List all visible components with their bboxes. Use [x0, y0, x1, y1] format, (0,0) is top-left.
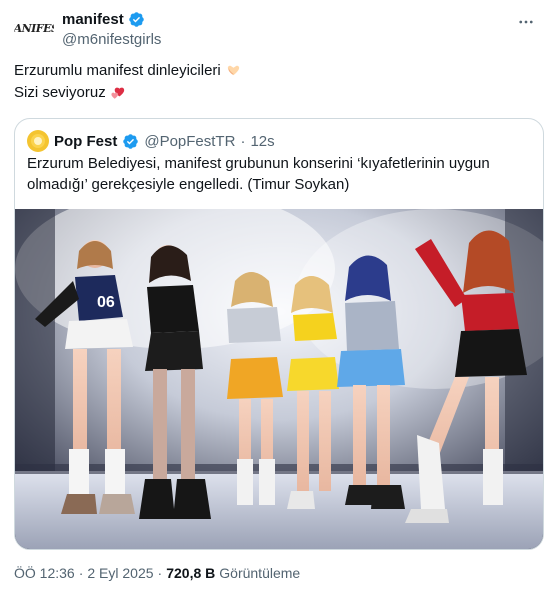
more-dots-icon: [519, 20, 533, 24]
views-count[interactable]: 720,8 B: [166, 565, 215, 581]
tweet-date[interactable]: 2 Eyl 2025: [87, 565, 153, 581]
heart-hands-emoji-icon: [227, 65, 239, 75]
meta-separator: ·: [78, 565, 84, 581]
author-avatar[interactable]: MANIFEST: [14, 8, 54, 48]
views-label: Görüntüleme: [219, 565, 301, 581]
meta-separator-2: ·: [157, 565, 163, 581]
tweet-text-line-1: Erzurumlu manifest dinleyicileri: [14, 60, 534, 82]
quote-avatar[interactable]: [27, 130, 49, 152]
quote-timestamp[interactable]: 12s: [250, 133, 274, 150]
quote-display-name[interactable]: Pop Fest: [54, 133, 117, 150]
quoted-tweet-card[interactable]: Pop Fest @PopFestTR · 12s Erzurum Beledi…: [14, 118, 544, 550]
two-hearts-emoji-icon: [111, 87, 124, 99]
svg-text:06: 06: [97, 294, 115, 311]
tweet-time[interactable]: ÖÖ 12:36: [14, 565, 75, 581]
quote-header: Pop Fest @PopFestTR · 12s: [27, 130, 275, 152]
author-display-name-row[interactable]: manifest: [62, 10, 161, 29]
author-names: manifest @m6nifestgirls: [62, 10, 161, 50]
author-handle[interactable]: @m6nifestgirls: [62, 30, 161, 50]
popfest-logo-icon: [31, 134, 45, 148]
verified-badge-icon: [123, 133, 139, 149]
tweet-header: MANIFEST manifest @m6nifestgirls: [14, 6, 542, 50]
tweet-line-1: Erzurumlu manifest dinleyicileri: [14, 62, 221, 79]
author-display-name[interactable]: manifest: [62, 10, 124, 29]
quote-text: Erzurum Belediyesi, manifest grubunun ko…: [27, 155, 490, 193]
avatar-logo-text: MANIFEST: [14, 21, 54, 35]
more-options-button[interactable]: [514, 10, 538, 34]
tweet-text: Erzurumlu manifest dinleyicileri Sizi se…: [14, 60, 534, 104]
quote-image[interactable]: 06: [15, 209, 543, 549]
verified-badge-icon: [128, 12, 144, 27]
tweet-line-2: Sizi seviyoruz: [14, 84, 106, 101]
tweet-text-line-2: Sizi seviyoruz: [14, 82, 534, 104]
tweet-meta: ÖÖ 12:36 · 2 Eyl 2025 · 720,8 B Görüntül…: [14, 565, 300, 581]
quote-handle[interactable]: @PopFestTR: [144, 133, 235, 150]
concert-photo: 06: [15, 209, 543, 549]
quote-separator: ·: [240, 132, 246, 150]
